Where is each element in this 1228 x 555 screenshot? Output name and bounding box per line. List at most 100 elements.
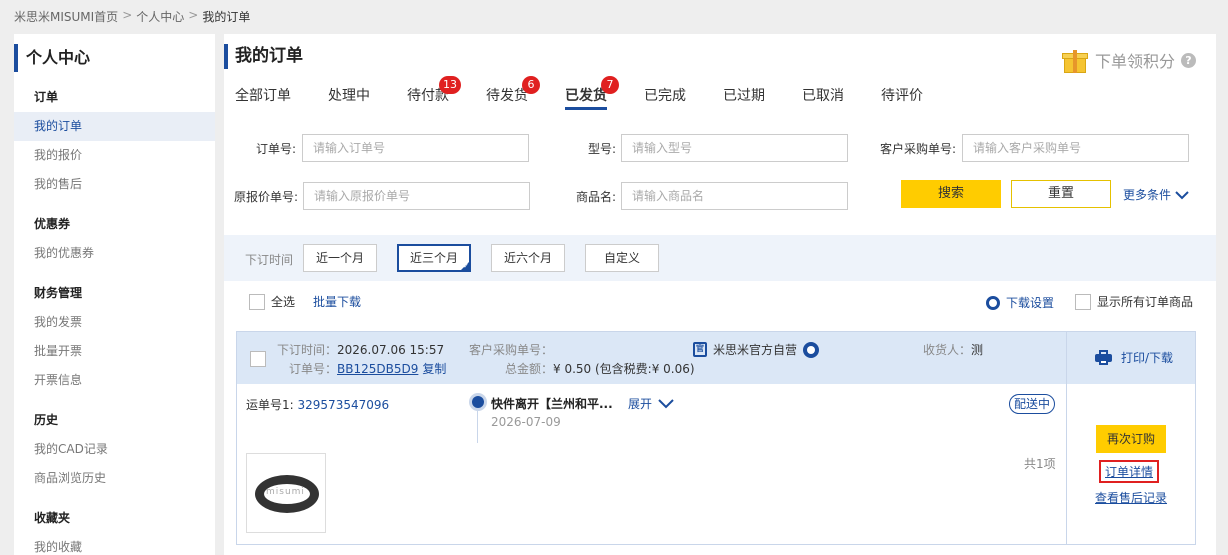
sidebar: 个人中心 订单 我的订单 我的报价 我的售后 优惠券 我的优惠券 财务管理 我的…	[14, 34, 215, 555]
receiver-value: 测	[971, 343, 984, 357]
tab-label: 已过期	[723, 88, 765, 104]
tab-processing[interactable]: 处理中	[328, 86, 370, 112]
product-input[interactable]: 请输入商品名	[621, 182, 848, 210]
sidebar-section-coupons: 优惠券	[34, 217, 71, 231]
receiver-label: 收货人：	[923, 343, 972, 357]
order-number: 订单号：BB125DB5D9 复制	[289, 360, 446, 377]
sidebar-item-bulk-invoice[interactable]: 批量开票	[14, 337, 215, 366]
shop-info: 官 米思米官方自营	[693, 341, 820, 358]
tab-label: 待发货	[486, 88, 528, 104]
tab-all[interactable]: 全部订单	[235, 86, 291, 112]
tab-pending-shipment[interactable]: 待发货 6	[486, 76, 540, 112]
quote-no-input[interactable]: 请输入原报价单号	[303, 182, 530, 210]
show-all-items-label: 显示所有订单商品	[1097, 295, 1194, 309]
sidebar-item-my-quotes[interactable]: 我的报价	[14, 141, 215, 170]
sidebar-item-browse-history[interactable]: 商品浏览历史	[14, 464, 215, 493]
shop-name: 米思米官方自营	[713, 343, 798, 357]
time-3-months-button[interactable]: 近三个月 ✓	[397, 244, 471, 272]
select-all-checkbox[interactable]	[249, 293, 265, 310]
gift-ribbon	[1072, 50, 1077, 73]
select-all-row: 全选 批量下载	[249, 293, 361, 310]
tab-shipped[interactable]: 已发货 7	[565, 76, 619, 110]
product-thumbnail[interactable]: misumi	[246, 453, 326, 533]
chevron-down-icon	[658, 398, 674, 408]
expand-label: 展开	[628, 397, 653, 411]
sidebar-item-my-coupons[interactable]: 我的优惠券	[14, 239, 215, 268]
customer-po-label: 客户采购单号：	[469, 343, 554, 357]
help-icon[interactable]: ?	[1181, 52, 1196, 68]
product-label: 商品名:	[575, 189, 616, 204]
order-total-label: 总金额：	[505, 362, 554, 376]
tab-completed[interactable]: 已完成	[644, 86, 686, 112]
chevron-down-icon	[1175, 190, 1189, 199]
tab-label: 已取消	[802, 88, 844, 104]
download-settings-link[interactable]: 下载设置	[986, 294, 1054, 311]
time-6-months-button[interactable]: 近六个月	[491, 244, 565, 272]
order-detail-link[interactable]: 订单详情	[1099, 460, 1160, 483]
tab-pending-payment[interactable]: 待付款 13	[407, 76, 461, 112]
order-time-value: 2026.07.06 15:57	[337, 343, 445, 357]
show-all-items-toggle[interactable]: 显示所有订单商品	[1075, 293, 1193, 310]
order-card-header: 下订时间：2026.07.06 15:57 订单号：BB125DB5D9 复制 客…	[237, 332, 1195, 384]
order-number-label: 订单号：	[289, 362, 338, 376]
breadcrumb-home[interactable]: 米思米MISUMI首页	[14, 8, 118, 25]
points-promo[interactable]: 下单领积分 ?	[1061, 46, 1196, 74]
tab-label: 处理中	[328, 88, 370, 104]
printer-icon	[1095, 350, 1112, 365]
receiver: 收货人：测	[923, 341, 983, 358]
tracking-date: 2026-07-09	[491, 415, 561, 429]
po-input[interactable]: 请输入客户采购单号	[962, 134, 1189, 162]
sidebar-section-favorites: 收藏夹	[34, 511, 71, 525]
sidebar-item-after-sales[interactable]: 我的售后	[14, 170, 215, 199]
time-1-month-button[interactable]: 近一个月	[303, 244, 377, 272]
download-settings-label: 下载设置	[1006, 296, 1055, 310]
product-image-mark: misumi	[266, 487, 305, 497]
tab-cancelled[interactable]: 已取消	[802, 86, 844, 112]
sidebar-item-my-orders[interactable]: 我的订单	[14, 112, 215, 141]
sidebar-item-cad-history[interactable]: 我的CAD记录	[14, 435, 215, 464]
tab-label: 全部订单	[235, 88, 291, 104]
order-tabs: 全部订单 处理中 待付款 13 待发货 6 已发货 7 已完成 已过期 已取消 待评价	[235, 76, 960, 112]
after-sales-record-link[interactable]: 查看售后记录	[1095, 489, 1167, 506]
card-divider	[1066, 332, 1067, 544]
reorder-button[interactable]: 再次订购	[1096, 425, 1166, 453]
sidebar-item-my-favorites[interactable]: 我的收藏	[14, 533, 215, 555]
tracking-dot-icon	[472, 396, 484, 408]
more-filters-link[interactable]: 更多条件	[1123, 186, 1189, 203]
count-badge: 6	[522, 76, 540, 94]
time-3-months-label: 近三个月	[409, 251, 458, 265]
show-all-items-checkbox[interactable]	[1075, 293, 1091, 310]
select-all-label[interactable]: 全选	[271, 293, 295, 310]
time-custom-button[interactable]: 自定义	[585, 244, 659, 272]
tab-label: 已发货	[565, 88, 607, 104]
tab-expired[interactable]: 已过期	[723, 86, 765, 112]
sidebar-item-invoice-info[interactable]: 开票信息	[14, 366, 215, 395]
print-download-label: 打印/下载	[1121, 351, 1174, 365]
customer-service-icon[interactable]	[803, 341, 820, 358]
count-badge: 7	[601, 76, 619, 94]
tab-to-review[interactable]: 待评价	[881, 86, 923, 112]
waybill-number-link[interactable]: 329573547096	[298, 398, 390, 412]
sidebar-item-invoices[interactable]: 我的发票	[14, 308, 215, 337]
model-label: 型号:	[587, 141, 616, 156]
copy-button[interactable]: 复制	[422, 362, 446, 376]
filter-po: 客户采购单号: 请输入客户采购单号	[860, 134, 1189, 162]
model-input[interactable]: 请输入型号	[621, 134, 848, 162]
breadcrumb-personal[interactable]: 个人中心	[136, 8, 184, 25]
gear-icon	[986, 295, 1000, 310]
order-number-link[interactable]: BB125DB5D9	[337, 362, 418, 376]
order-no-input[interactable]: 请输入订单号	[302, 134, 529, 162]
order-no-label: 订单号:	[255, 141, 296, 156]
search-button[interactable]: 搜索	[901, 180, 1001, 208]
reset-button[interactable]: 重置	[1011, 180, 1111, 208]
bulk-download-link[interactable]: 批量下载	[313, 293, 361, 310]
order-checkbox[interactable]	[250, 351, 266, 367]
print-download-button[interactable]: 打印/下载	[1095, 349, 1173, 366]
expand-tracking-button[interactable]: 展开	[628, 395, 674, 412]
order-total-value: ¥ 0.50 (包含税费:¥ 0.06)	[553, 362, 695, 376]
order-time: 下订时间：2026.07.06 15:57	[277, 341, 444, 358]
gift-icon	[1061, 46, 1089, 74]
order-time-label: 下订时间：	[277, 343, 338, 357]
